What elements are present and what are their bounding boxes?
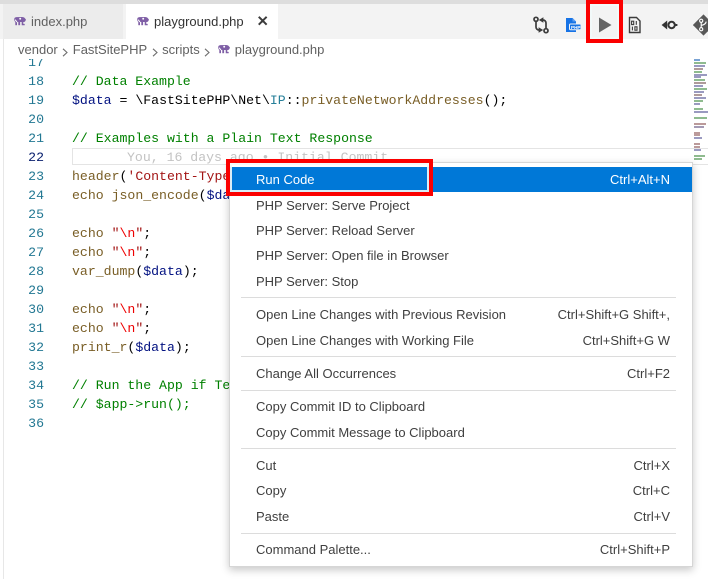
svg-text:PHP: PHP [571,25,580,30]
